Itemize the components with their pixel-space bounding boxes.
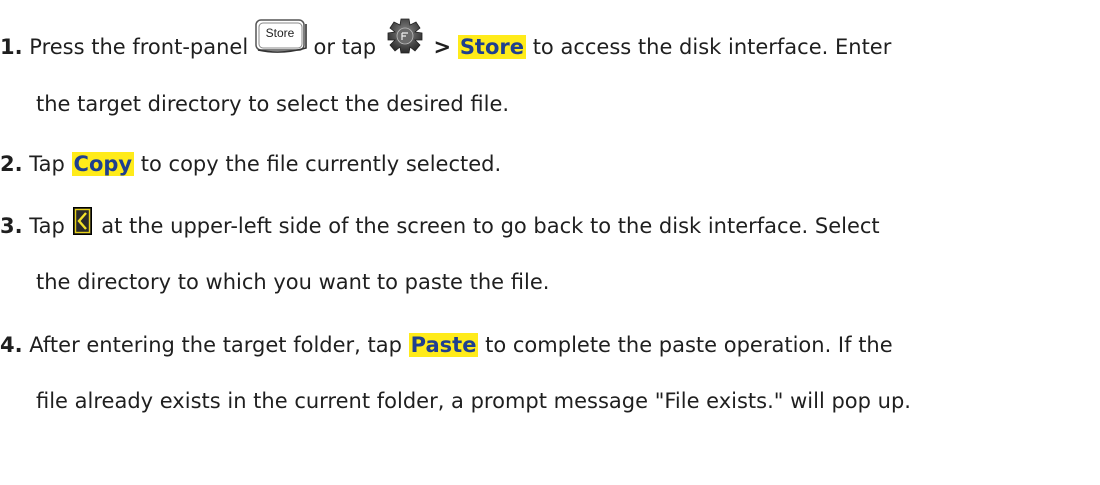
menu-separator: > (433, 35, 452, 59)
step-text: to access the disk interface. Enter (532, 35, 892, 59)
paste-softkey-label: Paste (408, 333, 479, 357)
step-text: file already exists in the current folde… (36, 389, 911, 413)
step-text: or tap (313, 35, 377, 59)
step-number: 2. (0, 152, 23, 176)
step-4-line-1: 4. After entering the target folder, tap… (0, 331, 893, 359)
store-key-label: Store (266, 26, 295, 40)
step-2-line-1: 2. Tap Copy to copy the file currently s… (0, 150, 501, 178)
step-text: Tap (29, 214, 65, 238)
step-3-line-2: the directory to which you want to paste… (36, 268, 549, 296)
step-text: Tap (29, 152, 65, 176)
store-key-icon: Store (255, 19, 307, 53)
step-number: 4. (0, 333, 23, 357)
step-1-line-1: 1. Press the front-panel Store or tap > (0, 18, 892, 61)
step-text: After entering the target folder, tap (29, 333, 402, 357)
step-text: to complete the paste operation. If the (485, 333, 893, 357)
step-text: to copy the file currently selected. (140, 152, 502, 176)
back-arrow-icon (72, 207, 92, 235)
step-4-line-2: file already exists in the current folde… (36, 387, 911, 415)
step-number: 1. (0, 35, 23, 59)
copy-softkey-label: Copy (71, 152, 135, 176)
store-softkey-label: Store (457, 35, 527, 59)
step-text: the target directory to select the desir… (36, 92, 510, 116)
step-3-line-1: 3. Tap at the upper-left side of the scr… (0, 207, 880, 240)
step-text: at the upper-left side of the screen to … (101, 214, 880, 238)
step-number: 3. (0, 214, 23, 238)
step-text: Press the front-panel (29, 35, 249, 59)
step-text: the directory to which you want to paste… (36, 270, 550, 294)
function-key-icon (385, 17, 425, 55)
step-1-line-2: the target directory to select the desir… (36, 90, 509, 118)
